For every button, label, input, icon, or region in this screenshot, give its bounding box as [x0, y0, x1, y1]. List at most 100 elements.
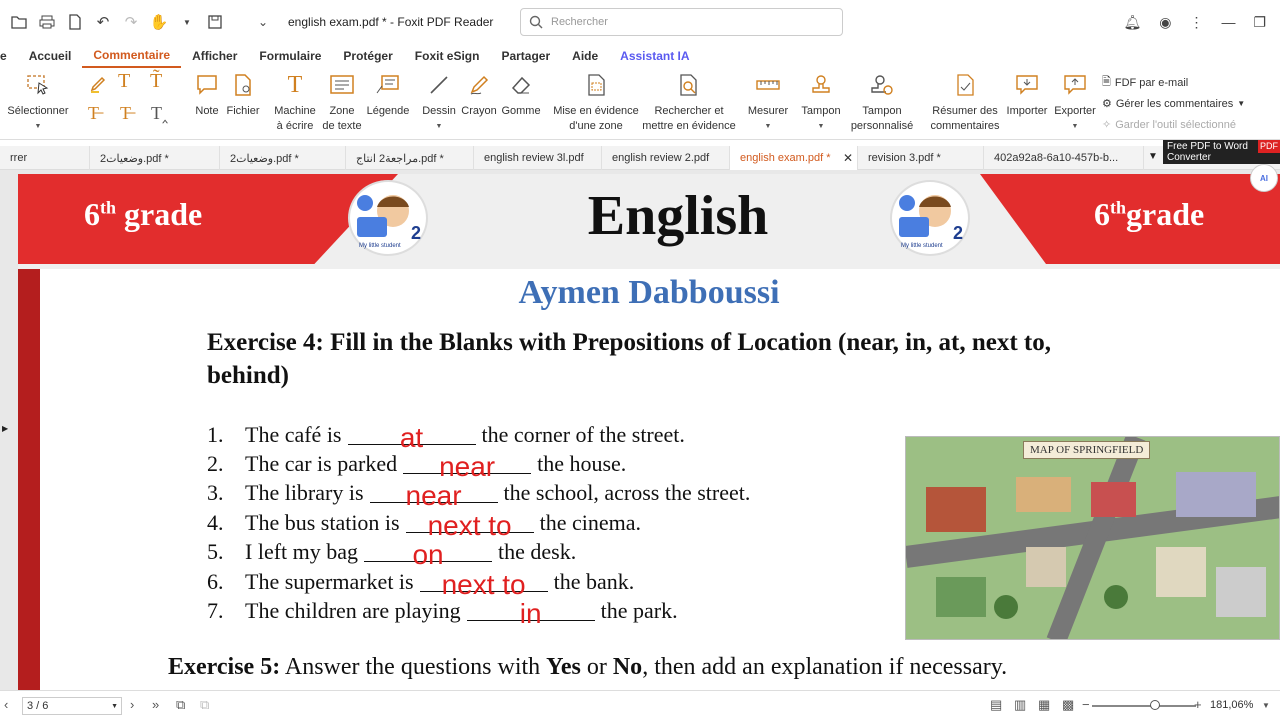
- handwritten-answer: near: [439, 451, 496, 483]
- answer-blank[interactable]: next to: [419, 570, 548, 598]
- insert-page-icon[interactable]: ⧉: [176, 697, 185, 713]
- eraser-button[interactable]: Gomme: [500, 72, 542, 119]
- area-highlight-button[interactable]: Mise en évidence d'une zone: [552, 72, 640, 134]
- page-number-input[interactable]: 3 / 6 ▼: [22, 697, 122, 715]
- tab-file-partial[interactable]: e: [0, 44, 18, 68]
- search-box[interactable]: Rechercher: [520, 8, 843, 36]
- chevron-down-icon[interactable]: ▼: [178, 13, 196, 31]
- tab-file-label: e: [0, 49, 7, 63]
- doc-tab-label: مراجعة2 انتاج.pdf *: [356, 152, 444, 165]
- tab-view[interactable]: Afficher: [181, 44, 248, 68]
- file-attachment-button[interactable]: Fichier: [226, 72, 260, 119]
- select-tool-button[interactable]: Sélectionner ▼: [6, 72, 70, 134]
- doc-tab-5[interactable]: english review 3l.pdf: [474, 146, 602, 170]
- doc-tab-6[interactable]: english review 2.pdf: [602, 146, 730, 170]
- fdf-email-button[interactable]: 🗎 FDF par e-mail: [1102, 72, 1245, 93]
- underline-text-button[interactable]: T: [118, 71, 130, 91]
- window-title: english exam.pdf * - Foxit PDF Reader: [288, 15, 494, 29]
- maximize-icon[interactable]: ❐: [1253, 14, 1266, 31]
- doc-tab-9[interactable]: 402a92a8-6a10-457b-b...: [984, 146, 1144, 170]
- search-highlight-button[interactable]: Rechercher et mettre en évidence: [642, 72, 736, 134]
- tab-comment[interactable]: Commentaire: [82, 44, 182, 68]
- next-page-icon[interactable]: ›: [130, 697, 134, 712]
- promo-banner[interactable]: Free PDF to Word Converter PDF: [1163, 140, 1280, 164]
- answer-blank[interactable]: at: [347, 423, 476, 451]
- doc-tab-4[interactable]: مراجعة2 انتاج.pdf *: [346, 146, 474, 170]
- insert-text-button[interactable]: T‸: [151, 104, 168, 122]
- replace-text-button[interactable]: T̶: [120, 104, 131, 122]
- doc-tab-1[interactable]: rrer: [0, 146, 90, 170]
- tab-list-dropdown-icon[interactable]: ▼: [1148, 151, 1158, 162]
- last-page-icon[interactable]: »: [152, 697, 159, 712]
- callout-button[interactable]: Légende: [366, 72, 410, 119]
- export-button[interactable]: Exporter ▼: [1054, 72, 1096, 134]
- open-folder-icon[interactable]: [10, 13, 28, 31]
- ai-assistant-floating-button[interactable]: AI: [1250, 164, 1278, 192]
- pencil-button[interactable]: Crayon: [460, 72, 498, 119]
- tab-ai-assistant[interactable]: Assistant IA: [609, 44, 700, 68]
- custom-stamp-button[interactable]: Tampon personnalisé: [846, 72, 918, 134]
- save-icon[interactable]: [206, 13, 224, 31]
- undo-icon[interactable]: ↶: [94, 13, 112, 31]
- doc-tab-label: 402a92a8-6a10-457b-b...: [994, 152, 1119, 164]
- typewriter-button[interactable]: T Machine à écrire: [272, 72, 318, 134]
- squiggly-text-button[interactable]: T̃: [150, 71, 162, 91]
- document-viewport[interactable]: 6th grade 6thgrade 2 My little student 2M…: [0, 170, 1280, 690]
- close-tab-icon[interactable]: ✕: [843, 151, 853, 165]
- print-icon[interactable]: [38, 13, 56, 31]
- left-panel-toggle-icon[interactable]: ▶: [2, 424, 8, 433]
- summarize-comments-button[interactable]: Résumer des commentaires: [928, 72, 1002, 134]
- zoom-in-icon[interactable]: +: [1194, 697, 1202, 712]
- chevron-down-icon[interactable]: ▼: [111, 703, 118, 710]
- answer-blank[interactable]: on: [364, 541, 493, 569]
- account-icon[interactable]: ◉: [1159, 14, 1171, 31]
- zoom-out-icon[interactable]: −: [1082, 697, 1090, 712]
- highlight-text-button[interactable]: [88, 74, 108, 94]
- bell-icon[interactable]: 🔔︎: [1123, 14, 1141, 31]
- continuous-facing-view-icon[interactable]: ▩: [1062, 697, 1074, 713]
- document-icon[interactable]: [66, 13, 84, 31]
- tab-form[interactable]: Formulaire: [248, 44, 332, 68]
- measure-button[interactable]: Mesurer ▼: [746, 72, 790, 134]
- grade-number: 6: [1094, 196, 1110, 232]
- minimize-icon[interactable]: —: [1221, 14, 1235, 30]
- tab-home[interactable]: Accueil: [18, 44, 83, 68]
- tab-protect[interactable]: Protéger: [332, 44, 403, 68]
- zoom-slider-track[interactable]: [1092, 705, 1196, 707]
- textbox-button[interactable]: Zone de texte: [320, 72, 364, 134]
- drawing-button[interactable]: Dessin ▼: [420, 72, 458, 134]
- answer-blank[interactable]: near: [369, 482, 498, 510]
- tab-esign[interactable]: Foxit eSign: [404, 44, 491, 68]
- zoom-level[interactable]: 181,06%: [1210, 699, 1253, 711]
- hand-tool-icon[interactable]: ✋: [150, 13, 169, 31]
- tab-help[interactable]: Aide: [561, 44, 609, 68]
- prev-page-icon[interactable]: ‹: [4, 697, 8, 712]
- doc-tab-8[interactable]: revision 3.pdf *: [858, 146, 984, 170]
- customize-chevron-icon[interactable]: ⌄: [254, 13, 272, 31]
- strikeout-text-button[interactable]: T̶: [88, 104, 99, 122]
- manage-comments-button[interactable]: ⚙︎ Gérer les commentaires ▼: [1102, 93, 1245, 114]
- summarize-label-1: Résumer des: [932, 105, 998, 117]
- zoom-slider-handle[interactable]: [1150, 700, 1160, 710]
- answer-blank[interactable]: near: [403, 453, 532, 481]
- measure-label: Mesurer: [747, 105, 789, 117]
- doc-tab-2[interactable]: وضعيات2.pdf *: [90, 146, 220, 170]
- window-controls: 🔔︎ ◉ ⋮ — ❐: [1123, 0, 1280, 44]
- answer-blank[interactable]: in: [466, 600, 595, 628]
- doc-tab-3[interactable]: وضعيات2.pdf *: [220, 146, 346, 170]
- line-drawing-icon: [426, 72, 452, 98]
- import-button[interactable]: Importer: [1004, 72, 1050, 119]
- answer-blank[interactable]: next to: [405, 511, 534, 539]
- stamp-button[interactable]: Tampon ▼: [800, 72, 842, 134]
- tab-share[interactable]: Partager: [490, 44, 561, 68]
- facing-view-icon[interactable]: ▦: [1038, 697, 1050, 713]
- exercise-5-or: or: [580, 654, 613, 680]
- doc-tab-active[interactable]: english exam.pdf * ✕: [730, 146, 858, 170]
- handwritten-answer: near: [405, 480, 462, 512]
- note-button[interactable]: Note: [192, 72, 222, 119]
- keep-tool-selected-button[interactable]: ✧ Garder l'outil sélectionné: [1102, 114, 1245, 135]
- continuous-view-icon[interactable]: ▥: [1014, 697, 1026, 713]
- more-icon[interactable]: ⋮: [1189, 14, 1203, 31]
- chevron-down-icon[interactable]: ▼: [1262, 701, 1270, 710]
- single-page-view-icon[interactable]: ▤: [990, 697, 1002, 713]
